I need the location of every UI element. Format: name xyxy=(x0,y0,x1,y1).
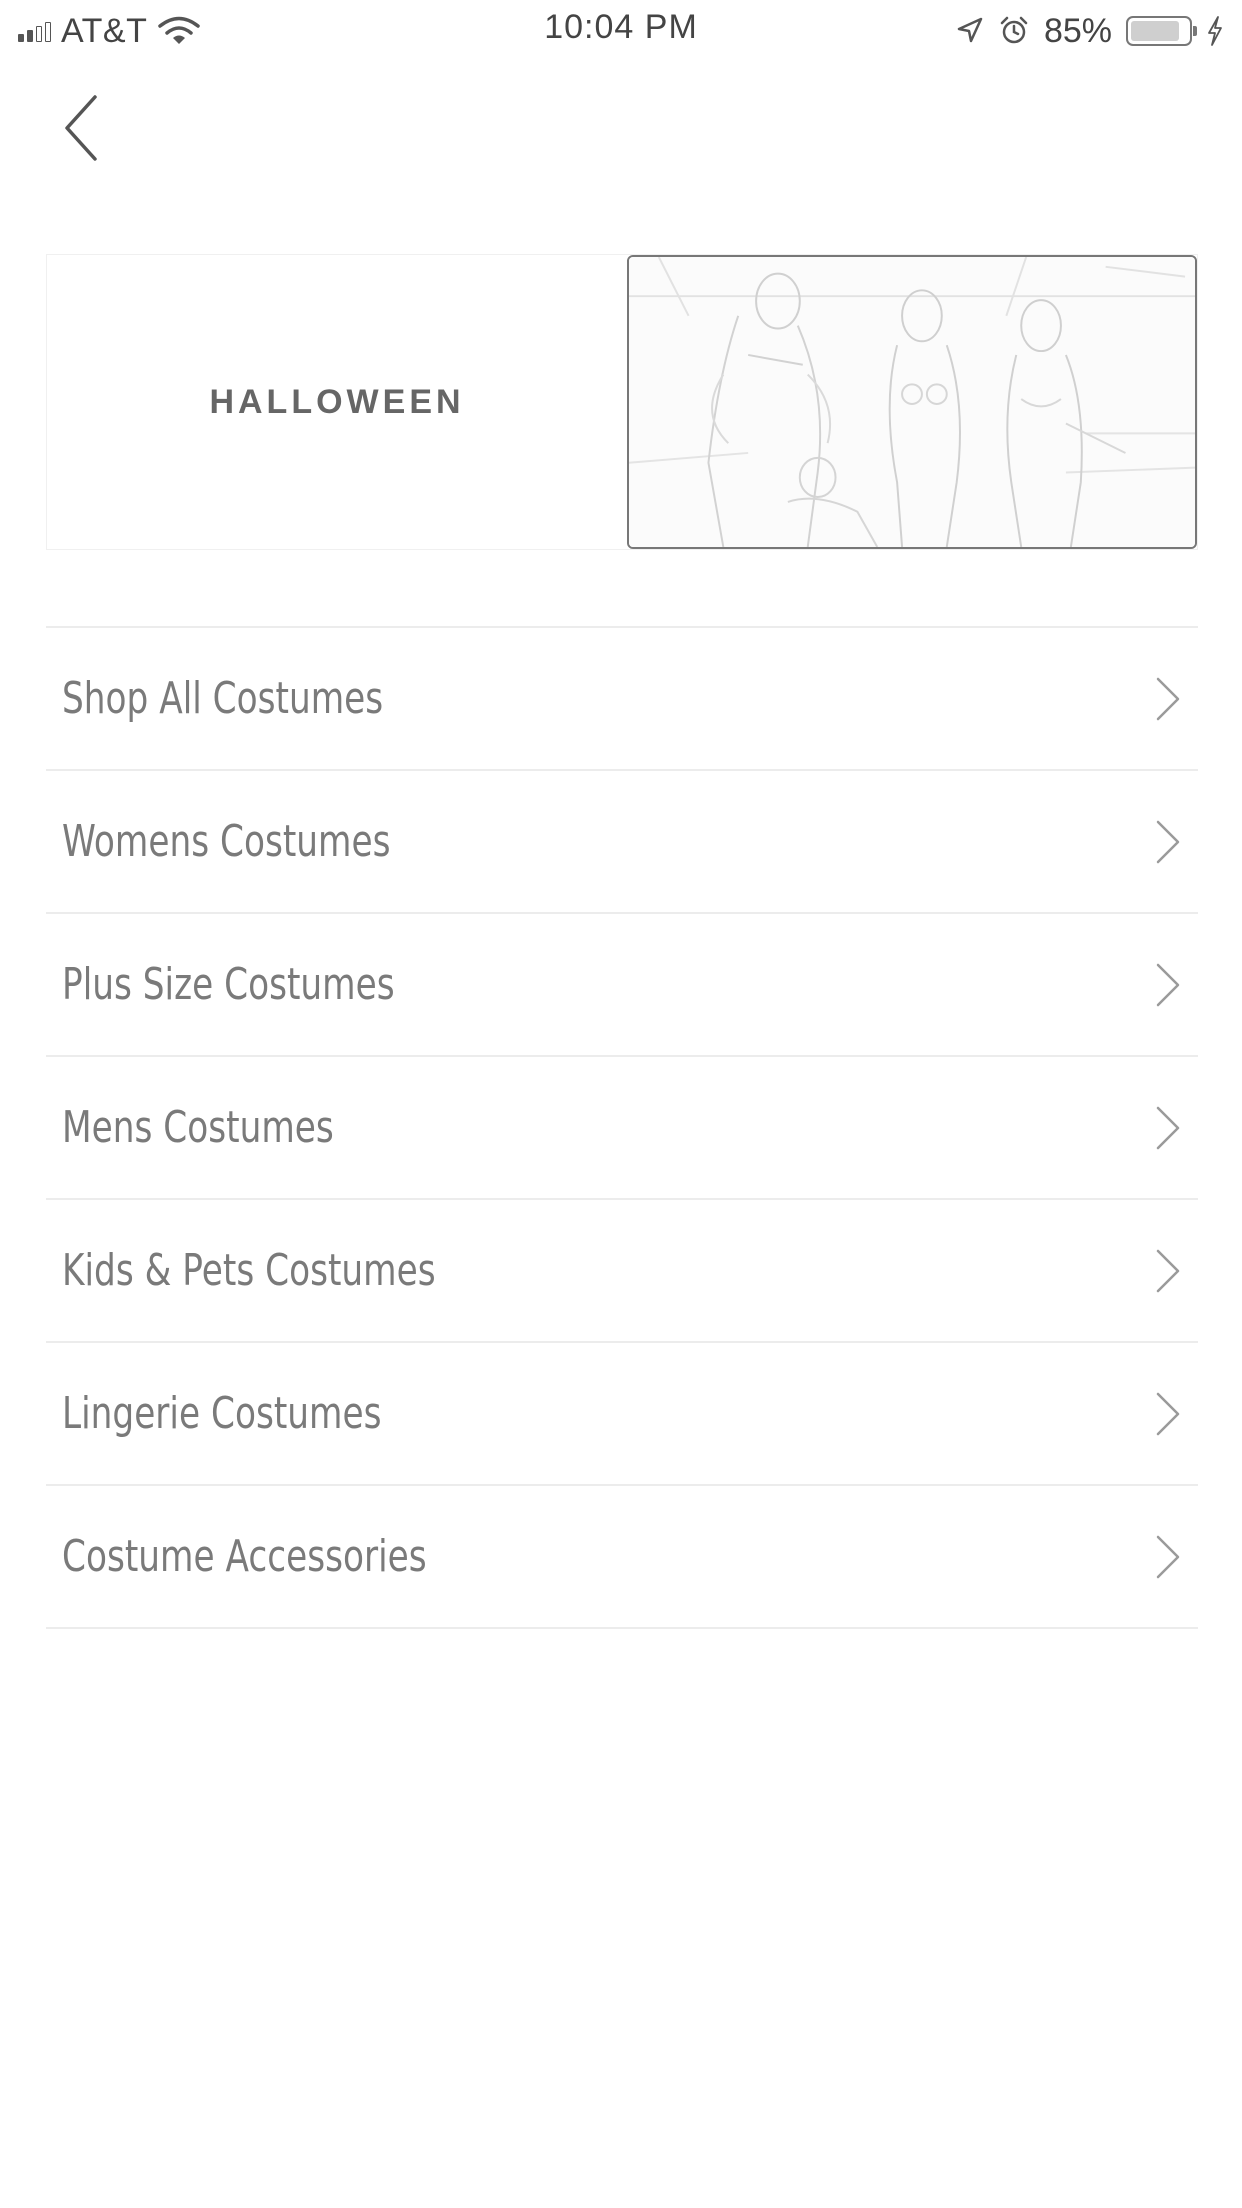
menu-item-womens-costumes[interactable]: Womens Costumes xyxy=(46,771,1198,914)
menu-item-label: Mens Costumes xyxy=(62,1102,334,1153)
chevron-right-icon xyxy=(1156,677,1180,720)
menu-item-label: Plus Size Costumes xyxy=(62,959,395,1010)
chevron-right-icon xyxy=(1156,1392,1180,1435)
costume-category-list: Shop All Costumes Womens Costumes Plus S… xyxy=(46,626,1198,1629)
halloween-banner[interactable]: HALLOWEEN xyxy=(46,254,1198,550)
status-bar: AT&T 10:04 PM 85% xyxy=(0,0,1242,62)
chevron-right-icon xyxy=(1156,963,1180,1006)
banner-title: HALLOWEEN xyxy=(209,382,465,421)
alarm-icon xyxy=(1000,16,1028,44)
chevron-right-icon xyxy=(1156,820,1180,863)
costume-models-photo xyxy=(629,257,1195,547)
menu-item-plus-size-costumes[interactable]: Plus Size Costumes xyxy=(46,914,1198,1057)
battery-level xyxy=(1131,21,1179,41)
banner-image xyxy=(627,255,1197,549)
menu-item-mens-costumes[interactable]: Mens Costumes xyxy=(46,1057,1198,1200)
chevron-right-icon xyxy=(1156,1535,1180,1578)
menu-item-kids-pets-costumes[interactable]: Kids & Pets Costumes xyxy=(46,1200,1198,1343)
chevron-right-icon xyxy=(1156,1249,1180,1292)
battery-percent: 85% xyxy=(1043,11,1112,50)
location-arrow-icon xyxy=(957,17,983,43)
menu-item-lingerie-costumes[interactable]: Lingerie Costumes xyxy=(46,1343,1198,1486)
charging-bolt-icon xyxy=(1208,16,1222,46)
chevron-right-icon xyxy=(1156,1106,1180,1149)
back-button[interactable] xyxy=(48,88,114,168)
menu-item-label: Kids & Pets Costumes xyxy=(62,1245,436,1296)
menu-item-shop-all-costumes[interactable]: Shop All Costumes xyxy=(46,628,1198,771)
status-bar-right: 85% xyxy=(954,10,1224,52)
menu-item-label: Womens Costumes xyxy=(62,816,391,867)
menu-item-label: Shop All Costumes xyxy=(62,673,384,724)
menu-item-label: Costume Accessories xyxy=(62,1531,427,1582)
battery-icon xyxy=(1126,16,1197,46)
chevron-left-icon xyxy=(65,95,97,161)
menu-item-costume-accessories[interactable]: Costume Accessories xyxy=(46,1486,1198,1629)
banner-text-panel: HALLOWEEN xyxy=(47,255,627,549)
menu-item-label: Lingerie Costumes xyxy=(62,1388,382,1439)
